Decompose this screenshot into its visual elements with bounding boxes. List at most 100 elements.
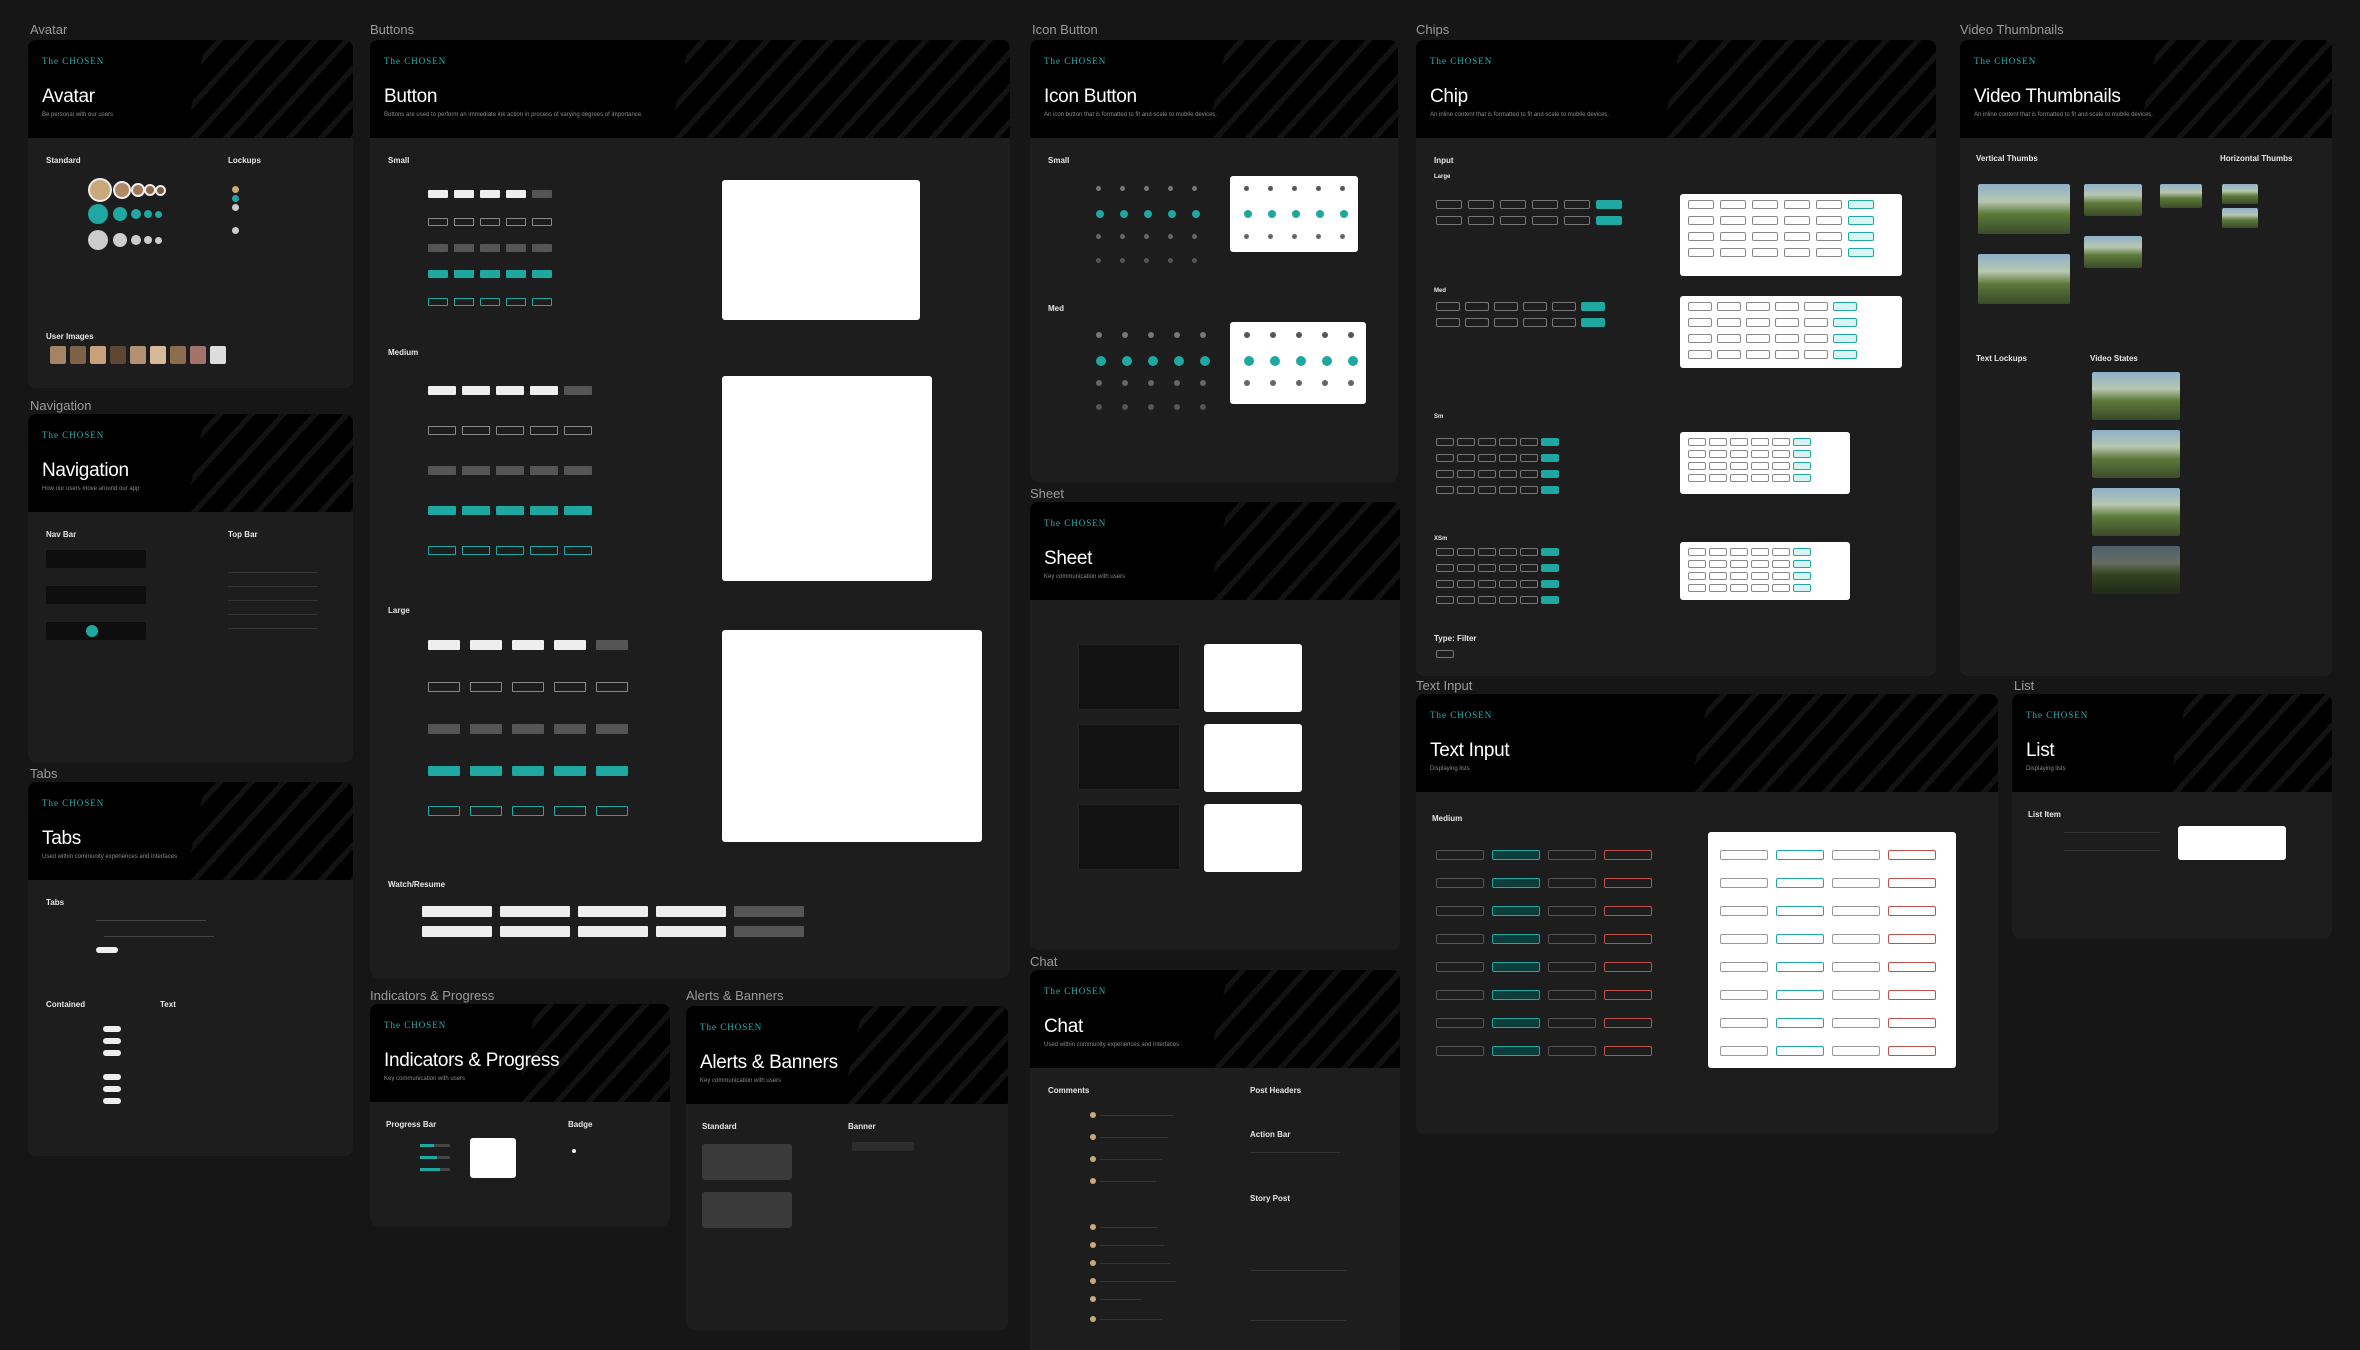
icon-button-dot[interactable] [1120,258,1125,263]
contained-tab[interactable] [103,1074,121,1080]
chip[interactable] [1793,462,1811,470]
input-field[interactable] [1888,906,1936,916]
chip[interactable] [1784,232,1810,241]
chip[interactable] [1688,572,1706,580]
icon-button-dot[interactable] [1122,380,1128,386]
input-field[interactable] [1888,990,1936,1000]
chip[interactable] [1541,438,1559,446]
icon-button-dot[interactable] [1340,186,1345,191]
nav-bar-sample[interactable] [46,622,146,640]
chip[interactable] [1772,474,1790,482]
chip[interactable] [1688,200,1714,209]
icon-button-dot[interactable] [1348,356,1358,366]
input-field[interactable] [1548,906,1596,916]
chip[interactable] [1468,216,1494,225]
chip[interactable] [1688,350,1712,359]
input-field[interactable] [1720,850,1768,860]
input-field[interactable] [1436,878,1484,888]
icon-button-dot[interactable] [1192,234,1197,239]
tab-pill-active[interactable] [96,947,118,953]
input-field[interactable] [1720,1046,1768,1056]
input-field[interactable] [1832,962,1880,972]
icon-button-dot[interactable] [1340,210,1348,218]
input-field[interactable] [1436,934,1484,944]
icon-button-dot[interactable] [1148,380,1154,386]
contained-tab[interactable] [103,1050,121,1056]
chip[interactable] [1784,216,1810,225]
icon-button-dot[interactable] [1168,186,1173,191]
icon-button-dot[interactable] [1270,380,1276,386]
chip[interactable] [1709,474,1727,482]
chip[interactable] [1500,216,1526,225]
nav-bar-sample[interactable] [46,586,146,604]
chip[interactable] [1520,470,1538,478]
sheet-dark[interactable] [1078,644,1180,710]
chip[interactable] [1730,450,1748,458]
chip[interactable] [1717,302,1741,311]
icon-button-dot[interactable] [1174,404,1180,410]
input-field[interactable] [1492,934,1540,944]
chip[interactable] [1499,454,1517,462]
chip[interactable] [1457,596,1475,604]
icon-button-dot[interactable] [1120,234,1125,239]
chip[interactable] [1746,350,1770,359]
chip[interactable] [1436,438,1454,446]
chip[interactable] [1793,560,1811,568]
chip[interactable] [1833,302,1857,311]
chip[interactable] [1816,232,1842,241]
icon-button-dot[interactable] [1122,332,1128,338]
chip[interactable] [1730,462,1748,470]
input-field[interactable] [1604,934,1652,944]
chip[interactable] [1746,302,1770,311]
medium-button-row[interactable] [428,466,592,475]
chip[interactable] [1436,596,1454,604]
chip[interactable] [1772,584,1790,592]
icon-button-dot[interactable] [1244,332,1250,338]
chip[interactable] [1709,462,1727,470]
input-field[interactable] [1604,906,1652,916]
icon-button-dot[interactable] [1292,234,1297,239]
input-field[interactable] [1548,990,1596,1000]
input-field[interactable] [1832,878,1880,888]
icon-button-dot[interactable] [1316,234,1321,239]
chip[interactable] [1552,318,1576,327]
chip[interactable] [1436,564,1454,572]
chip[interactable] [1709,438,1727,446]
icon-button-dot[interactable] [1096,356,1106,366]
vertical-thumb-large[interactable] [1978,254,2070,304]
chip[interactable] [1717,350,1741,359]
input-field[interactable] [1720,962,1768,972]
chip[interactable] [1751,450,1769,458]
input-field[interactable] [1776,990,1824,1000]
chip[interactable] [1709,584,1727,592]
chip[interactable] [1793,572,1811,580]
input-field[interactable] [1888,850,1936,860]
icon-button-dot[interactable] [1296,380,1302,386]
input-field[interactable] [1888,1046,1936,1056]
chip[interactable] [1436,302,1460,311]
chip[interactable] [1468,200,1494,209]
chip[interactable] [1541,470,1559,478]
chip[interactable] [1520,596,1538,604]
input-field[interactable] [1720,1018,1768,1028]
chip[interactable] [1436,200,1462,209]
video-state-hover[interactable] [2092,430,2180,478]
chip[interactable] [1772,560,1790,568]
input-field[interactable] [1492,1018,1540,1028]
chip[interactable] [1436,486,1454,494]
input-field[interactable] [1436,962,1484,972]
icon-button-dot[interactable] [1096,210,1104,218]
chip[interactable] [1751,438,1769,446]
small-button-row[interactable] [428,270,552,278]
icon-button-dot[interactable] [1148,356,1158,366]
chip[interactable] [1499,470,1517,478]
chip[interactable] [1436,580,1454,588]
medium-button-row[interactable] [428,386,592,395]
chip[interactable] [1499,564,1517,572]
chip[interactable] [1520,454,1538,462]
chip[interactable] [1793,474,1811,482]
chip[interactable] [1784,200,1810,209]
chip[interactable] [1500,200,1526,209]
vertical-thumb-large[interactable] [1978,184,2070,234]
chip[interactable] [1717,318,1741,327]
